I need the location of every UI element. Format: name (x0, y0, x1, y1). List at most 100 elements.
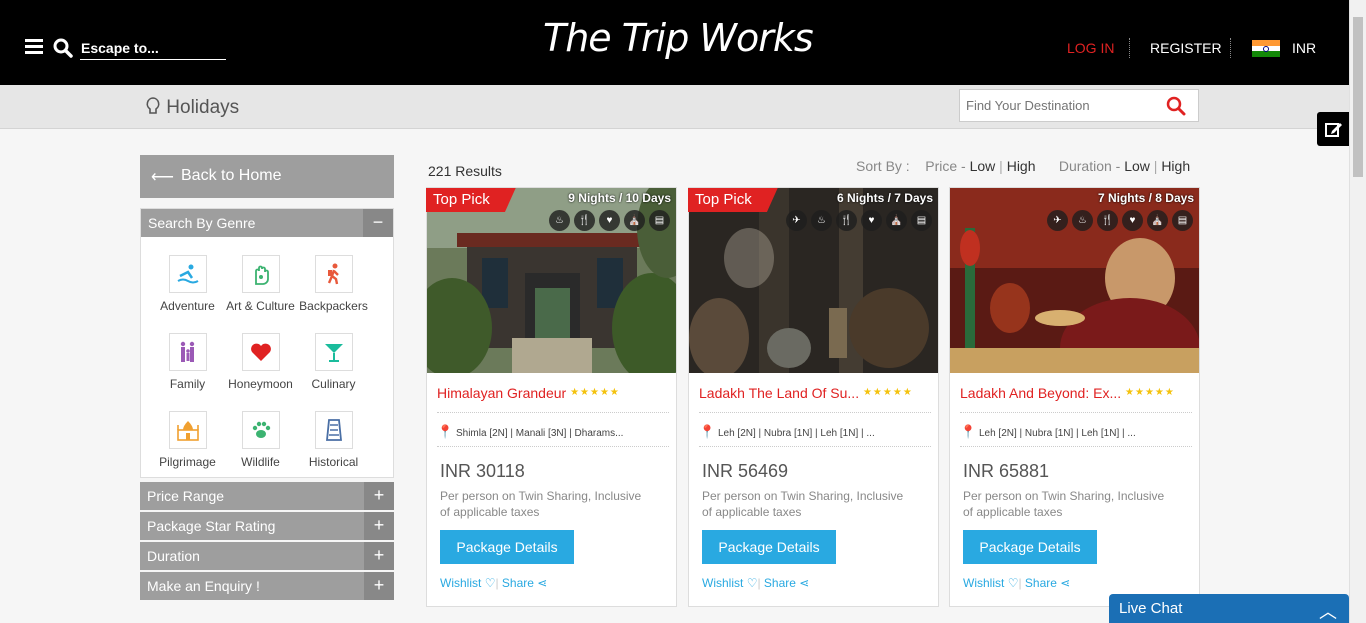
amenity-icons: ✈ ♨ 🍴 ♥ ⛪ ▤ (1047, 210, 1193, 231)
genre-label: Wildlife (241, 455, 280, 469)
destination-search-input[interactable] (960, 90, 1160, 121)
pilgrimage-icon (168, 411, 207, 449)
menu-icon[interactable] (25, 39, 43, 54)
nav-divider (1230, 38, 1231, 58)
page-scrollbar[interactable] (1349, 0, 1366, 623)
expand-icon[interactable]: + (364, 572, 394, 600)
package-price: INR 56469 (702, 461, 789, 481)
share-icon[interactable]: ⋖ (799, 576, 809, 590)
genre-backpackers[interactable]: Backpackers (297, 255, 370, 313)
genre-pilgrimage[interactable]: Pilgrimage (151, 411, 224, 469)
transfer-icon: ▤ (911, 210, 932, 231)
package-name[interactable]: Himalayan Grandeur (437, 385, 566, 401)
filter-label: Make an Enquiry ! (147, 578, 260, 594)
card-actions: Wishlist ♡| Share ⋖ (963, 576, 1071, 590)
escape-search-input[interactable]: Escape to... (80, 38, 226, 60)
package-card[interactable]: 7 Nights / 8 Days ✈ ♨ 🍴 ♥ ⛪ ▤ Ladakh And Beyo… (949, 187, 1200, 607)
filter-star-rating[interactable]: Package Star Rating + (140, 512, 394, 540)
package-title[interactable]: Ladakh And Beyond: Ex... ★★★★★ (960, 385, 1192, 413)
genre-adventure[interactable]: Adventure (151, 255, 224, 313)
price-description: Per person on Twin Sharing, Inclusive of… (702, 489, 904, 519)
search-icon[interactable] (1166, 96, 1186, 116)
share-link[interactable]: Share (764, 576, 796, 590)
divider (699, 446, 931, 447)
package-name[interactable]: Ladakh And Beyond: Ex... (960, 385, 1121, 401)
heart-icon: ♥ (599, 210, 620, 231)
filter-label: Package Star Rating (147, 518, 276, 534)
package-details-button[interactable]: Package Details (963, 530, 1097, 564)
genre-label: Family (169, 377, 206, 391)
filter-duration[interactable]: Duration + (140, 542, 394, 570)
sightseeing-icon: ⛪ (624, 210, 645, 231)
genre-label: Adventure (160, 299, 215, 313)
scrollbar-thumb[interactable] (1353, 17, 1363, 177)
share-link[interactable]: Share (502, 576, 534, 590)
art-culture-icon (241, 255, 280, 293)
genre-art-culture[interactable]: Art & Culture (224, 255, 297, 313)
edit-icon (1325, 123, 1342, 137)
share-icon[interactable]: ⋖ (1060, 576, 1070, 590)
hotel-icon: ♨ (1072, 210, 1093, 231)
genre-panel-header[interactable]: Search By Genre − (141, 209, 393, 237)
genre-wildlife[interactable]: Wildlife (224, 411, 297, 469)
filter-make-enquiry[interactable]: Make an Enquiry ! + (140, 572, 394, 600)
star-rating: ★★★★★ (1125, 387, 1175, 398)
expand-icon[interactable]: + (364, 512, 394, 540)
heart-icon: ♥ (861, 210, 882, 231)
genre-honeymoon[interactable]: Honeymoon (224, 333, 297, 391)
meals-icon: 🍴 (574, 210, 595, 231)
package-details-button[interactable]: Package Details (440, 530, 574, 564)
search-icon[interactable] (53, 38, 73, 58)
currency-selector[interactable]: INR (1292, 40, 1316, 56)
chevron-up-icon[interactable]: ︿ (1319, 598, 1337, 623)
hotel-icon: ♨ (549, 210, 570, 231)
package-route: 📍 Leh [2N] | Nubra [1N] | Leh [1N] | ... (699, 424, 875, 440)
star-rating: ★★★★★ (862, 387, 913, 398)
price-description: Per person on Twin Sharing, Inclusive of… (440, 489, 642, 519)
site-logo[interactable]: The Trip Works (543, 16, 814, 60)
top-pick-badge: Top Pick (426, 188, 516, 212)
duration-high-link[interactable]: High (1161, 158, 1190, 174)
hotel-icon: ♨ (811, 210, 832, 231)
duration-low-link[interactable]: Low (1124, 158, 1150, 174)
login-link[interactable]: LOG IN (1067, 40, 1114, 56)
expand-icon[interactable]: + (364, 482, 394, 510)
meals-icon: 🍴 (1097, 210, 1118, 231)
package-title[interactable]: Himalayan Grandeur ★★★★★ (437, 385, 669, 413)
genre-historical[interactable]: Historical (297, 411, 370, 469)
register-link[interactable]: REGISTER (1150, 40, 1222, 56)
filter-label: Price Range (147, 488, 225, 504)
backpackers-icon (314, 255, 353, 293)
holidays-heading: Holidays (145, 97, 239, 119)
genre-label: Historical (308, 455, 359, 469)
expand-icon[interactable]: + (364, 542, 394, 570)
live-chat-widget[interactable]: Live Chat ︿ (1109, 594, 1349, 623)
family-icon (168, 333, 207, 371)
share-icon[interactable]: ⋖ (537, 576, 547, 590)
genre-culinary[interactable]: Culinary (297, 333, 370, 391)
back-to-home-button[interactable]: ⟵ Back to Home (140, 155, 394, 198)
enquiry-edit-button[interactable] (1317, 112, 1349, 146)
price-low-link[interactable]: Low (970, 158, 996, 174)
india-flag-icon[interactable] (1252, 40, 1280, 57)
transfer-icon: ▤ (649, 210, 670, 231)
wishlist-link[interactable]: Wishlist (702, 576, 743, 590)
share-link[interactable]: Share (1025, 576, 1057, 590)
package-name[interactable]: Ladakh The Land Of Su... (699, 385, 859, 401)
live-chat-label[interactable]: Live Chat (1119, 600, 1182, 617)
collapse-icon[interactable]: − (363, 209, 393, 237)
package-title[interactable]: Ladakh The Land Of Su... ★★★★★ (699, 385, 931, 413)
genre-family[interactable]: Family (151, 333, 224, 391)
filter-price-range[interactable]: Price Range + (140, 482, 394, 510)
bulb-icon (146, 97, 160, 114)
price-high-link[interactable]: High (1007, 158, 1036, 174)
wishlist-link[interactable]: Wishlist (440, 576, 481, 590)
destination-search[interactable] (959, 89, 1199, 122)
heart-outline-icon[interactable]: ♡ (485, 576, 496, 590)
package-card[interactable]: Top Pick 9 Nights / 10 Days ♨ 🍴 ♥ ⛪ ▤ Himala… (426, 187, 677, 607)
heart-outline-icon[interactable]: ♡ (747, 576, 758, 590)
heart-outline-icon[interactable]: ♡ (1008, 576, 1019, 590)
package-details-button[interactable]: Package Details (702, 530, 836, 564)
wishlist-link[interactable]: Wishlist (963, 576, 1004, 590)
package-card[interactable]: Top Pick 6 Nights / 7 Days ✈ ♨ 🍴 ♥ ⛪ ▤ Ladakh… (688, 187, 939, 607)
